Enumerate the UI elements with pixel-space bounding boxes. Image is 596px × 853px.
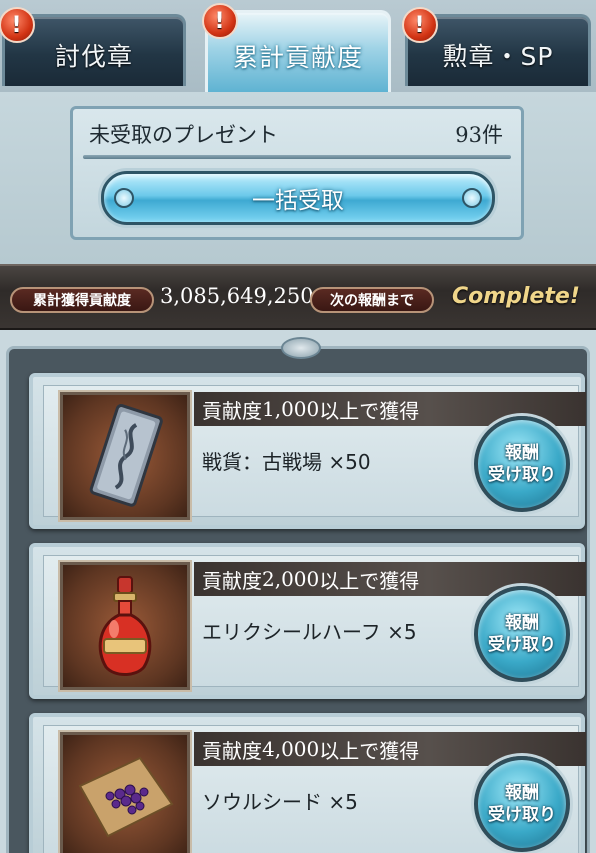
tab-label: 討伐章: [54, 41, 133, 71]
soul-seed-icon: [58, 730, 192, 853]
tab-label: 勲章・SP: [442, 41, 554, 71]
requirement-prefix: 貢献度: [202, 568, 262, 593]
reward-item-name: エリクシールハーフ ×5: [202, 620, 417, 644]
reward-item-name: 戦貨：古戦場 ×50: [202, 450, 371, 474]
alert-badge-icon: !: [202, 3, 238, 39]
reward-card-inner: 貢献度 4,000 以上で獲得 ソウルシード ×5 報酬 受け取り: [43, 725, 586, 853]
complete-status: Complete!: [452, 284, 580, 309]
requirement-value: 4,000: [262, 737, 320, 761]
requirement-suffix: 以上で獲得: [319, 738, 420, 763]
tab-bar: ! 討伐章 ! 累計貢献度 ! 勲章・SP: [0, 0, 596, 92]
tab-cumulative-contribution[interactable]: ! 累計貢献度: [202, 3, 391, 92]
present-area: 未受取のプレゼント 93件 一括受取: [0, 92, 596, 264]
elixir-bottle-icon: [58, 560, 192, 692]
requirement-suffix: 以上で獲得: [319, 398, 420, 423]
claim-reward-button[interactable]: 報酬 受け取り: [474, 586, 570, 682]
frame-ornament-icon: [281, 337, 321, 359]
ornament-icon: [462, 188, 482, 208]
contribution-status-bar: 累計獲得貢献度 3,085,649,250 次の報酬まで Complete!: [0, 264, 596, 330]
reward-card-inner: 貢献度 1,000 以上で獲得 戦貨：古戦場 ×50 報酬 受け取り: [43, 385, 586, 522]
alert-badge-icon: !: [0, 7, 35, 43]
claim-button-line1: 報酬: [505, 613, 539, 633]
divider: [83, 155, 511, 159]
requirement-prefix: 貢献度: [202, 738, 262, 763]
claim-reward-button[interactable]: 報酬 受け取り: [474, 416, 570, 512]
present-label: 未受取のプレゼント: [89, 123, 278, 147]
claim-button-line2: 受け取り: [488, 805, 556, 825]
claim-button-line1: 報酬: [505, 783, 539, 803]
tab-label: 累計貢献度: [232, 42, 363, 72]
list-item: 貢献度 1,000 以上で獲得 戦貨：古戦場 ×50 報酬 受け取り: [29, 373, 586, 529]
requirement-prefix: 貢献度: [202, 398, 262, 423]
reward-item-name: ソウルシード ×5: [202, 790, 358, 814]
list-item: 貢献度 2,000 以上で獲得 エリクシールハーフ ×5 報酬 受け取り: [29, 543, 586, 699]
requirement-suffix: 以上で獲得: [319, 568, 420, 593]
alert-badge-icon: !: [402, 7, 438, 43]
bulk-receive-label: 一括受取: [252, 188, 344, 214]
tab-subjugation-badge[interactable]: ! 討伐章: [0, 7, 186, 86]
next-reward-label: 次の報酬まで: [310, 287, 434, 313]
total-contribution-value: 3,085,649,250: [160, 284, 314, 308]
total-contribution-label: 累計獲得貢献度: [10, 287, 154, 313]
tab-medal-sp[interactable]: ! 勲章・SP: [402, 7, 591, 86]
reward-list: 貢献度 1,000 以上で獲得 戦貨：古戦場 ×50 報酬 受け取り 貢献度 2…: [6, 337, 590, 853]
requirement-value: 2,000: [262, 567, 320, 591]
claim-button-line2: 受け取り: [488, 635, 556, 655]
reward-card-inner: 貢献度 2,000 以上で獲得 エリクシールハーフ ×5 報酬 受け取り: [43, 555, 586, 692]
present-count: 93件: [455, 123, 503, 147]
requirement-value: 1,000: [262, 397, 320, 421]
unclaimed-present-panel: 未受取のプレゼント 93件 一括受取: [70, 106, 524, 240]
ornament-icon: [114, 188, 134, 208]
claim-reward-button[interactable]: 報酬 受け取り: [474, 756, 570, 852]
claim-button-line1: 報酬: [505, 443, 539, 463]
claim-button-line2: 受け取り: [488, 465, 556, 485]
list-item: 貢献度 4,000 以上で獲得 ソウルシード ×5 報酬 受け取り: [29, 713, 586, 853]
bulk-receive-button[interactable]: 一括受取: [101, 171, 495, 225]
war-currency-plate-icon: [58, 390, 192, 522]
